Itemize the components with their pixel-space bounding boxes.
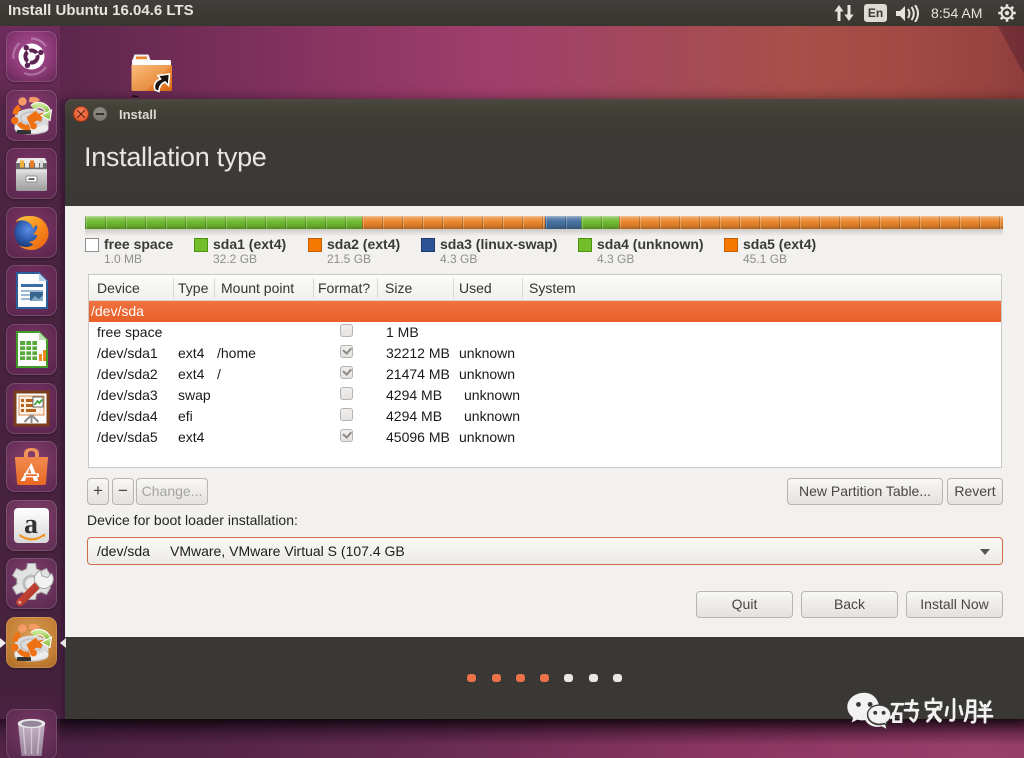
svg-text:a: a [24,509,38,540]
